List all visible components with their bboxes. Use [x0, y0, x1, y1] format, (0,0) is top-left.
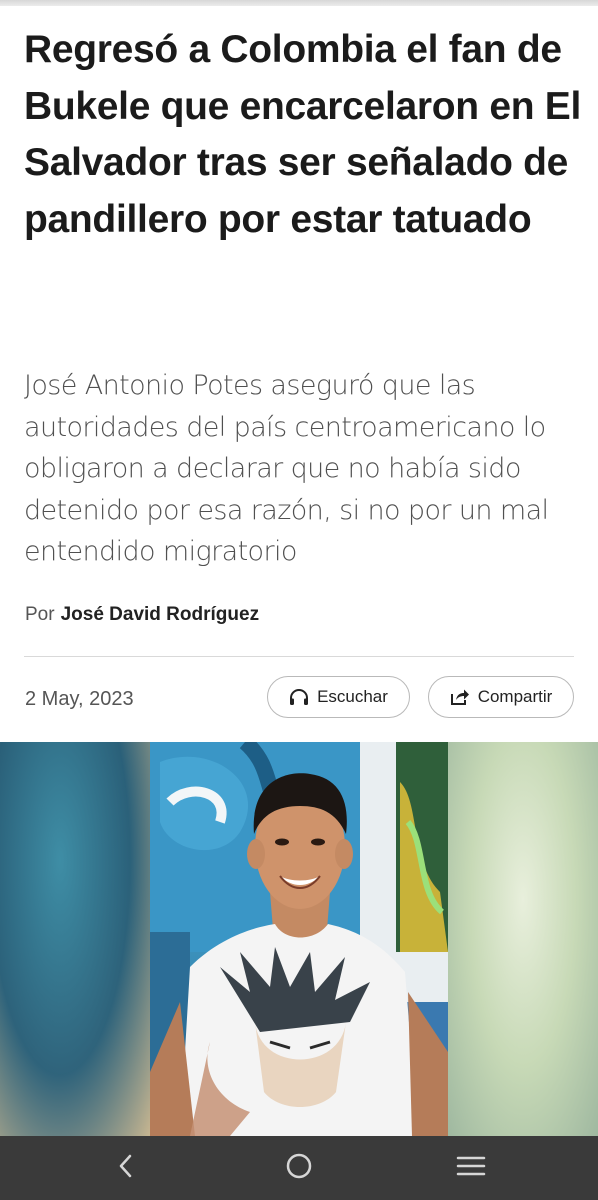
- article-photo[interactable]: [0, 742, 598, 1136]
- photo-illustration: [150, 742, 448, 1136]
- article-headline: Regresó a Colombia el fan de Bukele que …: [24, 28, 582, 241]
- article-subtitle: José Antonio Potes aseguró que las autor…: [24, 370, 549, 567]
- listen-label: Escuchar: [317, 687, 388, 706]
- share-label: Compartir: [477, 687, 553, 706]
- photo-blur-left: [0, 742, 150, 1136]
- back-chevron-icon: [116, 1153, 136, 1184]
- listen-button[interactable]: Escuchar: [267, 676, 410, 718]
- home-button[interactable]: [279, 1150, 319, 1186]
- share-icon: [450, 688, 470, 706]
- divider: [24, 656, 574, 657]
- system-nav-bar: [0, 1136, 598, 1200]
- byline: Por José David Rodríguez: [25, 604, 259, 626]
- photo-blur-right: [448, 742, 598, 1136]
- home-circle-icon: [285, 1152, 313, 1185]
- publish-date: 2 May, 2023: [25, 688, 134, 710]
- headphones-icon: [289, 688, 309, 706]
- status-bar: [0, 0, 598, 6]
- photo-main: [150, 742, 448, 1136]
- share-button[interactable]: Compartir: [428, 676, 574, 718]
- byline-prefix: Por: [25, 604, 55, 625]
- author-link[interactable]: José David Rodríguez: [61, 604, 260, 625]
- back-button[interactable]: [106, 1150, 146, 1186]
- recents-menu-icon: [456, 1154, 486, 1183]
- recents-button[interactable]: [451, 1150, 491, 1186]
